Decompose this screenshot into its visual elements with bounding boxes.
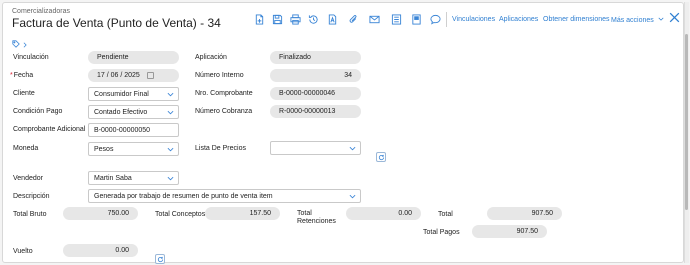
nro-comprobante-label: Nro. Comprobante xyxy=(195,90,253,97)
vuelto-field: 0.00 xyxy=(63,244,138,257)
chevron-down-icon xyxy=(167,147,174,152)
aplicacion-field: Finalizado xyxy=(270,51,361,64)
refresh-icon[interactable] xyxy=(155,254,165,264)
refresh-icon[interactable] xyxy=(376,152,386,162)
tags-toggle[interactable] xyxy=(12,40,28,50)
total-label: Total xyxy=(438,211,453,218)
scrollbar-thumb[interactable] xyxy=(685,34,688,210)
vendedor-select[interactable]: Martin Saba xyxy=(88,171,179,185)
vinculacion-label: Vinculación xyxy=(13,54,49,61)
total-retenciones-label-1: Total xyxy=(297,210,312,217)
descripcion-value: Generada por trabajo de resumen de punto… xyxy=(94,192,273,200)
descripcion-select[interactable]: Generada por trabajo de resumen de punto… xyxy=(88,189,361,203)
new-document-icon[interactable] xyxy=(253,13,266,26)
total-pagos-label: Total Pagos xyxy=(423,229,460,236)
list-icon[interactable] xyxy=(390,13,403,26)
numero-interno-field: 34 xyxy=(270,69,361,82)
total-bruto-label: Total Bruto xyxy=(13,211,47,218)
chevron-down-icon xyxy=(167,110,174,115)
mas-acciones-label: Más acciones xyxy=(611,17,654,24)
vinculaciones-link[interactable]: Vinculaciones xyxy=(452,16,495,23)
total-field: 907.50 xyxy=(487,207,562,220)
condicion-pago-label: Condición Pago xyxy=(13,108,63,115)
pdf-icon[interactable] xyxy=(326,13,339,26)
vinculacion-field: Pendiente xyxy=(88,51,179,64)
condicion-pago-value: Contado Efectivo xyxy=(94,108,148,116)
total-conceptos-field: 157.50 xyxy=(205,207,280,220)
chevron-right-icon xyxy=(23,42,27,48)
lista-precios-select[interactable] xyxy=(270,141,361,155)
vendedor-label: Vendedor xyxy=(13,175,43,182)
numero-cobranza-field: R-0000-00000013 xyxy=(270,105,361,118)
chevron-down-icon xyxy=(167,176,174,181)
total-retenciones-field: 0.00 xyxy=(346,207,421,220)
attach-icon[interactable] xyxy=(347,13,360,26)
total-pagos-field: 907.50 xyxy=(472,225,547,238)
aplicaciones-link[interactable]: Aplicaciones xyxy=(499,16,538,23)
chevron-down-icon xyxy=(167,92,174,97)
total-bruto-field: 750.00 xyxy=(63,207,138,220)
save-icon[interactable] xyxy=(271,13,284,26)
cliente-select[interactable]: Consumidor Final xyxy=(88,87,179,101)
comment-icon[interactable] xyxy=(429,13,442,26)
cliente-label: Cliente xyxy=(13,90,35,97)
obtener-dimensiones-link[interactable]: Obtener dimensiones xyxy=(543,16,610,23)
moneda-value: Pesos xyxy=(94,145,114,153)
moneda-label: Moneda xyxy=(13,145,39,152)
comprobante-adicional-input[interactable]: B-0000-00000050 xyxy=(88,123,179,137)
fecha-label: *Fecha xyxy=(10,72,33,79)
fecha-label-text: Fecha xyxy=(13,72,34,79)
vendedor-value: Martin Saba xyxy=(94,174,132,182)
calendar-icon[interactable] xyxy=(147,72,154,79)
total-retenciones-label-2: Retenciones xyxy=(297,218,336,225)
numero-cobranza-label: Número Cobranza xyxy=(195,108,253,115)
page-title: Factura de Venta (Punto de Venta) - 34 xyxy=(12,16,221,30)
chevron-down-icon xyxy=(349,194,356,199)
breadcrumb[interactable]: Comercializadoras xyxy=(12,8,70,15)
print-icon[interactable] xyxy=(289,13,302,26)
email-icon[interactable] xyxy=(368,13,381,26)
fecha-value: 17 / 06 / 2025 xyxy=(97,72,140,79)
lista-precios-label: Lista De Precios xyxy=(195,145,246,152)
required-marker: * xyxy=(10,72,13,79)
total-conceptos-label: Total Conceptos xyxy=(155,211,206,218)
chevron-down-icon xyxy=(658,17,664,21)
nro-comprobante-field: B-0000-00000046 xyxy=(270,87,361,100)
moneda-select[interactable]: Pesos xyxy=(88,142,179,156)
condicion-pago-select[interactable]: Contado Efectivo xyxy=(88,105,179,119)
descripcion-label: Descripción xyxy=(13,193,50,200)
numero-interno-label: Número Interno xyxy=(195,72,244,79)
mas-acciones-menu[interactable]: Más acciones xyxy=(611,16,664,24)
cliente-value: Consumidor Final xyxy=(94,90,149,98)
history-icon[interactable] xyxy=(307,13,320,26)
vuelto-label: Vuelto xyxy=(13,248,33,255)
close-icon[interactable] xyxy=(668,11,681,24)
toolbar-divider xyxy=(446,12,447,27)
chevron-down-icon xyxy=(349,146,356,151)
aplicacion-label: Aplicación xyxy=(195,54,227,61)
tag-icon xyxy=(12,40,20,48)
notes-icon[interactable] xyxy=(410,13,423,26)
comprobante-adicional-label: Comprobante Adicional xyxy=(13,126,86,133)
fecha-input[interactable]: 17 / 06 / 2025 xyxy=(88,69,179,82)
